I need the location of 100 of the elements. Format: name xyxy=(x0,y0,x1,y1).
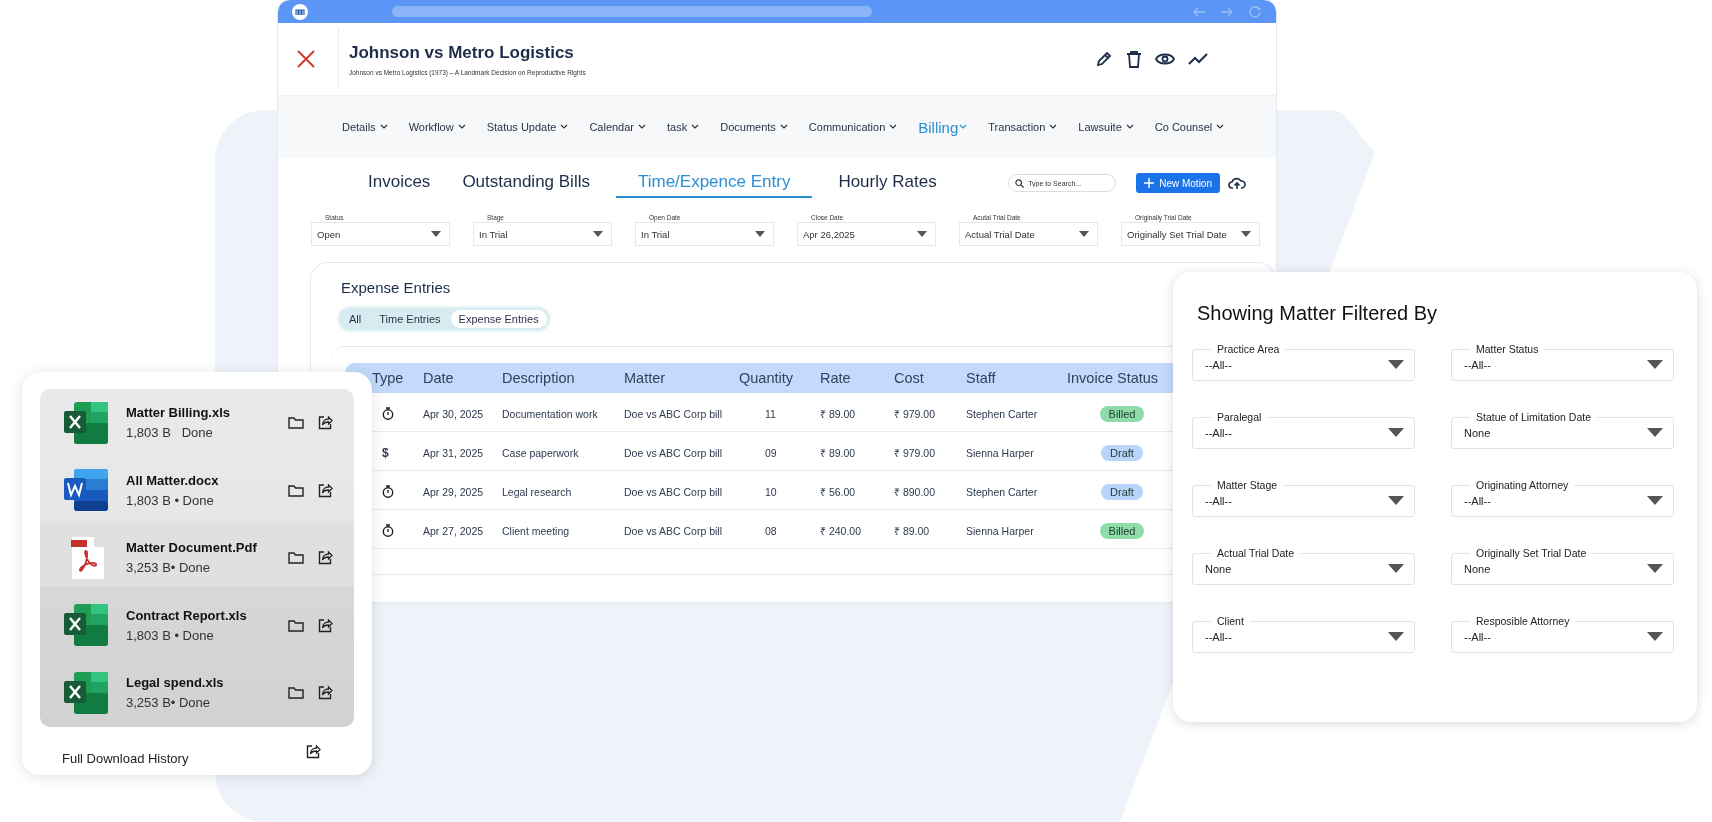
caret-icon xyxy=(560,124,569,130)
file-name: Matter Document.Pdf xyxy=(126,540,258,556)
select-field[interactable]: Matter Stage --All-- xyxy=(1192,479,1415,517)
matter-title: Johnson vs Metro Logistics xyxy=(349,42,575,63)
status-badge: Billed xyxy=(1099,522,1145,539)
segment-tab[interactable]: Time Entries xyxy=(371,310,449,328)
select-field[interactable]: Statue of Limitation Date None xyxy=(1451,411,1674,449)
nav-menu-item[interactable]: Co Counsel xyxy=(1154,121,1225,133)
filter-select[interactable]: Apr 26,2025 xyxy=(797,222,936,246)
table-cell-text: Stephen Carter xyxy=(966,485,1039,498)
select-field[interactable]: Originating Attorney --All-- xyxy=(1451,479,1674,517)
file-status: 3,253 B• Done xyxy=(126,560,212,576)
select-field[interactable]: Practice Area --All-- xyxy=(1192,343,1415,381)
panel-title: Showing Matter Filtered By xyxy=(1197,302,1438,325)
share-icon[interactable] xyxy=(318,617,333,633)
table-cell-text: ₹ 890.00 xyxy=(894,484,937,499)
table-cell-text: Legal research xyxy=(502,485,573,498)
file-name: Matter Billing.xls xyxy=(126,405,232,421)
pencil-icon[interactable] xyxy=(1095,50,1113,68)
share-icon[interactable] xyxy=(318,415,333,431)
table-cell-text: 10 xyxy=(764,485,778,498)
nav-menu-item[interactable]: Transaction xyxy=(988,121,1058,133)
filter-select[interactable]: Originally Set Trial Date xyxy=(1121,222,1260,246)
dropdown-caret-icon xyxy=(1647,360,1663,369)
share-icon[interactable] xyxy=(318,482,333,498)
select-field[interactable]: Actual Trial Date None xyxy=(1192,547,1415,585)
dropdown-caret-icon xyxy=(431,231,441,237)
folder-icon[interactable] xyxy=(288,686,304,700)
dropdown-caret-icon xyxy=(1647,564,1663,573)
file-status: 3,253 B• Done xyxy=(126,695,212,711)
nav-menu-item[interactable]: task xyxy=(667,121,700,133)
trend-line-icon[interactable] xyxy=(1188,52,1208,66)
folder-icon[interactable] xyxy=(288,483,304,497)
caret-icon xyxy=(379,124,388,130)
table-cell-text: Case paperwork xyxy=(502,446,580,459)
tab[interactable]: Invoices xyxy=(362,168,437,198)
table-cell-text: ₹ 979.00 xyxy=(894,406,937,421)
select-field[interactable]: Paralegal --All-- xyxy=(1192,411,1415,449)
tab[interactable]: Outstanding Bills xyxy=(456,168,596,198)
caret-icon xyxy=(638,124,646,130)
filter-select[interactable]: In Trial xyxy=(635,222,774,246)
file-status: 1,803 B • Done xyxy=(126,492,215,508)
folder-icon[interactable] xyxy=(288,416,304,430)
table-cell-text: ₹ 56.00 xyxy=(820,484,857,499)
status-badge: Draft xyxy=(1101,483,1143,500)
table-cell-text: Sienna Harper xyxy=(966,446,1035,459)
close-icon[interactable] xyxy=(296,49,316,69)
nav-menu-item[interactable]: Communication xyxy=(808,121,898,133)
share-icon[interactable] xyxy=(306,743,321,759)
nav-menu-item[interactable]: Calendar xyxy=(589,121,646,133)
file-name: Legal spend.xls xyxy=(126,675,225,691)
download-history-link[interactable]: Full Download History xyxy=(62,750,292,766)
table-cell-text: Doe vs ABC Corp bill xyxy=(624,446,724,459)
spreadsheet-file-icon xyxy=(64,604,108,647)
app-logo-icon xyxy=(292,3,308,20)
new-motion-button[interactable]: New Motion xyxy=(1136,173,1220,193)
table-cell-text: Apr 31, 2025 xyxy=(423,446,485,459)
table-cell-text: 11 xyxy=(764,407,777,420)
file-name: All Matter.docx xyxy=(126,472,220,488)
folder-icon[interactable] xyxy=(288,551,304,565)
table-cell-text: ₹ 89.00 xyxy=(820,406,857,421)
plus-icon xyxy=(1144,178,1155,188)
select-field[interactable]: Originally Set Trial Date None xyxy=(1451,547,1674,585)
column-header: Matter xyxy=(624,370,667,386)
tab[interactable]: Hourly Rates xyxy=(832,168,943,198)
trash-icon[interactable] xyxy=(1126,50,1142,68)
dropdown-caret-icon xyxy=(1388,428,1404,437)
select-field[interactable]: Resposible Attorney --All-- xyxy=(1451,615,1674,653)
dropdown-caret-icon xyxy=(1647,632,1663,641)
select-field[interactable]: Matter Status --All-- xyxy=(1451,343,1674,381)
segment-tab[interactable]: Expense Entries xyxy=(450,310,547,328)
nav-menu-item[interactable]: Status Update xyxy=(486,121,569,133)
dropdown-caret-icon xyxy=(1388,496,1404,505)
nav-menu-item[interactable]: Details xyxy=(342,121,388,133)
share-icon[interactable] xyxy=(318,685,333,701)
column-header: Cost xyxy=(894,370,925,386)
caret-icon xyxy=(1216,124,1225,130)
caret-icon xyxy=(889,124,898,130)
file-name: Contract Report.xls xyxy=(126,607,248,623)
filter-select[interactable]: Actual Trial Date xyxy=(959,222,1098,246)
dropdown-caret-icon xyxy=(1388,632,1404,641)
cloud-upload-icon[interactable] xyxy=(1228,176,1246,190)
column-header: Type xyxy=(372,370,405,386)
segment-tab[interactable]: All xyxy=(341,310,370,328)
nav-menu-item[interactable]: Documents xyxy=(720,121,788,133)
table-cell-text: ₹ 979.00 xyxy=(894,445,937,460)
nav-menu-item[interactable]: Workflow xyxy=(408,121,466,133)
select-field[interactable]: Client --All-- xyxy=(1192,615,1415,653)
share-icon[interactable] xyxy=(318,550,333,566)
filter-select[interactable]: Open xyxy=(311,222,450,246)
table-cell-text: Apr 27, 2025 xyxy=(423,524,485,537)
filter-select[interactable]: In Trial xyxy=(473,222,612,246)
dropdown-caret-icon xyxy=(1647,428,1663,437)
folder-icon[interactable] xyxy=(288,618,304,632)
tab[interactable]: Time/Expence Entry xyxy=(615,168,813,198)
eye-icon[interactable] xyxy=(1155,52,1175,66)
nav-menu-item[interactable]: Lawsuite xyxy=(1078,121,1134,133)
dropdown-caret-icon xyxy=(1388,564,1404,573)
table-cell-text: 09 xyxy=(764,446,778,459)
table-cell-text: Client meeting xyxy=(502,524,571,537)
